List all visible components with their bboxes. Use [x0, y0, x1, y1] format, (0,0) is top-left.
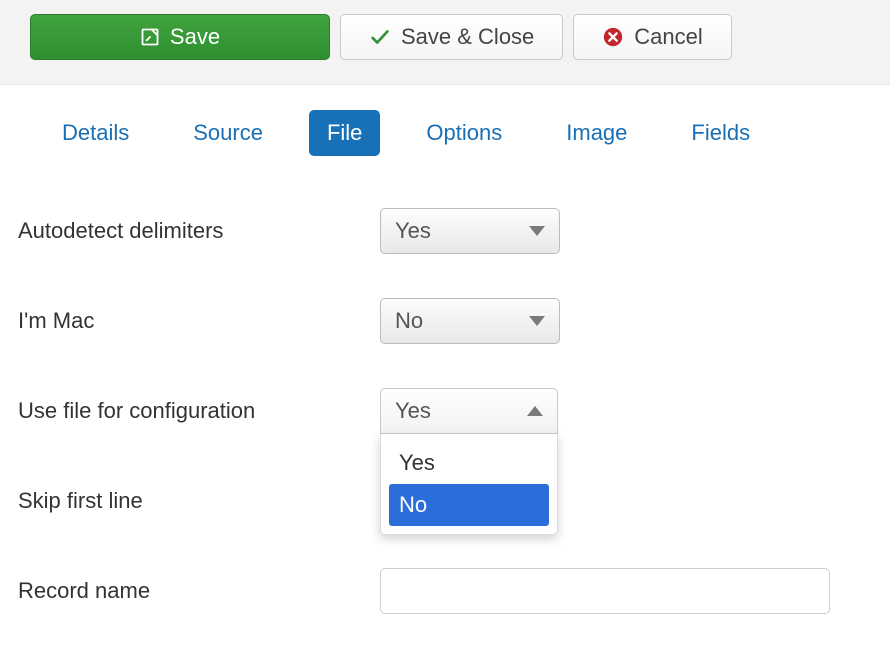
tabs-nav: Details Source File Options Image Fields [0, 85, 890, 176]
mac-select-value: No [395, 308, 423, 334]
chevron-up-icon [527, 406, 543, 416]
usefile-option-no[interactable]: No [389, 484, 549, 526]
mac-label: I'm Mac [18, 308, 380, 334]
tab-image[interactable]: Image [548, 110, 645, 156]
save-close-button-label: Save & Close [401, 24, 534, 50]
chevron-down-icon [529, 226, 545, 236]
check-icon [369, 26, 391, 48]
tab-file[interactable]: File [309, 110, 380, 156]
row-autodetect: Autodetect delimiters Yes [18, 186, 872, 276]
usefile-label: Use file for configuration [18, 398, 380, 424]
toolbar: Save Save & Close Cancel [0, 0, 890, 85]
usefile-option-yes[interactable]: Yes [389, 442, 549, 484]
usefile-select-value: Yes [395, 398, 431, 424]
save-button-label: Save [170, 24, 220, 50]
autodetect-label: Autodetect delimiters [18, 218, 380, 244]
save-close-button[interactable]: Save & Close [340, 14, 563, 60]
cancel-button-label: Cancel [634, 24, 702, 50]
save-button[interactable]: Save [30, 14, 330, 60]
tab-fields[interactable]: Fields [673, 110, 768, 156]
form-area: Autodetect delimiters Yes I'm Mac No Use… [0, 176, 890, 636]
cancel-button[interactable]: Cancel [573, 14, 731, 60]
tab-source[interactable]: Source [175, 110, 281, 156]
row-mac: I'm Mac No [18, 276, 872, 366]
skip-label: Skip first line [18, 488, 380, 514]
record-label: Record name [18, 578, 380, 604]
autodetect-select-value: Yes [395, 218, 431, 244]
usefile-dropdown: Yes No [380, 434, 558, 535]
record-name-input[interactable] [380, 568, 830, 614]
edit-save-icon [140, 27, 160, 47]
usefile-select-current[interactable]: Yes [380, 388, 558, 434]
row-usefile: Use file for configuration Yes Yes No [18, 366, 872, 456]
tab-options[interactable]: Options [408, 110, 520, 156]
cancel-icon [602, 26, 624, 48]
chevron-down-icon [529, 316, 545, 326]
autodetect-select[interactable]: Yes [380, 208, 560, 254]
mac-select[interactable]: No [380, 298, 560, 344]
usefile-select[interactable]: Yes Yes No [380, 388, 558, 434]
row-record: Record name [18, 546, 872, 636]
tab-details[interactable]: Details [44, 110, 147, 156]
